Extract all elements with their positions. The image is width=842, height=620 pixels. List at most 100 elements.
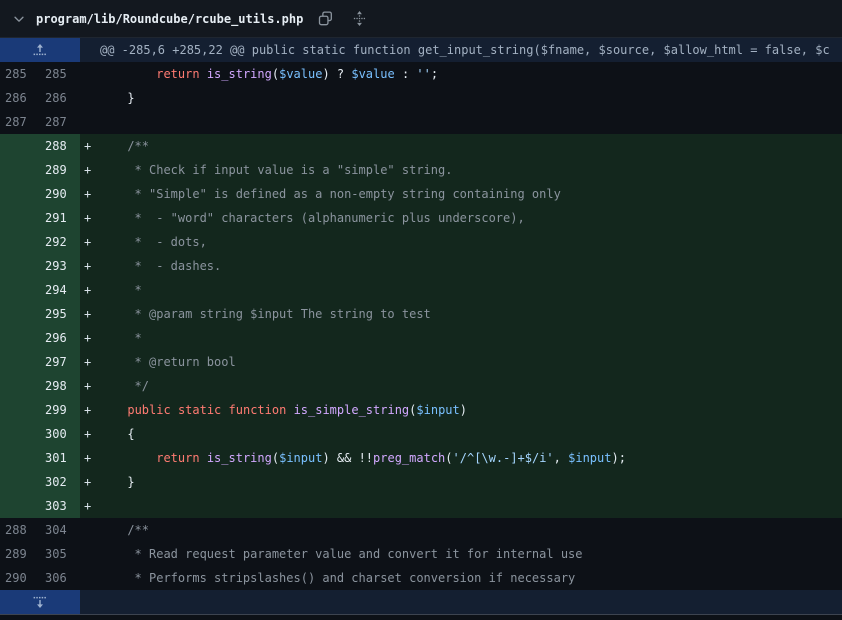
diff-lines: 285285 return is_string($value) ? $value… (0, 62, 842, 590)
new-line-number[interactable]: 292 (40, 230, 80, 254)
new-line-number[interactable]: 306 (40, 566, 80, 590)
old-line-number[interactable] (0, 302, 40, 326)
hunk-header-row: @@ -285,6 +285,22 @@ public static funct… (0, 38, 842, 62)
old-line-number[interactable] (0, 230, 40, 254)
code-line: return is_string($input) && !!preg_match… (98, 451, 626, 465)
new-line-number[interactable]: 290 (40, 182, 80, 206)
diff-marker: + (84, 326, 98, 350)
old-line-number[interactable] (0, 206, 40, 230)
old-line-number[interactable] (0, 470, 40, 494)
new-line-number[interactable]: 297 (40, 350, 80, 374)
fold-up-icon (32, 43, 48, 57)
new-line-number[interactable]: 305 (40, 542, 80, 566)
diff-marker: + (84, 470, 98, 494)
old-line-number[interactable] (0, 182, 40, 206)
new-line-number[interactable]: 288 (40, 134, 80, 158)
old-line-number[interactable] (0, 446, 40, 470)
old-line-number[interactable] (0, 158, 40, 182)
code-cell: + * (80, 278, 842, 302)
file-header: program/lib/Roundcube/rcube_utils.php (0, 0, 842, 38)
expand-bottom-bar (0, 590, 842, 615)
new-line-number[interactable]: 301 (40, 446, 80, 470)
copy-icon[interactable] (313, 7, 337, 31)
code-line: /** (98, 523, 149, 537)
code-line: * Performs stripslashes() and charset co… (98, 571, 575, 585)
code-cell: + * - dashes. (80, 254, 842, 278)
new-line-number[interactable]: 294 (40, 278, 80, 302)
new-line-number[interactable]: 296 (40, 326, 80, 350)
new-line-number[interactable]: 285 (40, 62, 80, 86)
diff-marker: + (84, 254, 98, 278)
diff-row: 287287 (0, 110, 842, 134)
diff-marker: + (84, 230, 98, 254)
code-cell: + * @return bool (80, 350, 842, 374)
new-line-number[interactable]: 295 (40, 302, 80, 326)
new-line-number[interactable]: 287 (40, 110, 80, 134)
code-line: * - dots, (98, 235, 206, 249)
old-line-number[interactable] (0, 254, 40, 278)
chevron-down-icon[interactable] (6, 7, 32, 31)
new-line-number[interactable]: 293 (40, 254, 80, 278)
diff-row: 285285 return is_string($value) ? $value… (0, 62, 842, 86)
code-line: * - dashes. (98, 259, 221, 273)
new-line-number[interactable]: 300 (40, 422, 80, 446)
diff-row: 299+ public static function is_simple_st… (0, 398, 842, 422)
old-line-number[interactable] (0, 134, 40, 158)
code-cell: } (80, 86, 842, 110)
expand-down-button[interactable] (0, 590, 80, 614)
new-line-number[interactable]: 289 (40, 158, 80, 182)
old-line-number[interactable]: 288 (0, 518, 40, 542)
old-line-number[interactable]: 286 (0, 86, 40, 110)
drag-handle-icon[interactable] (347, 7, 371, 31)
diff-marker (84, 86, 98, 110)
old-line-number[interactable] (0, 398, 40, 422)
diff-marker: + (84, 494, 98, 518)
diff-row: 289305 * Read request parameter value an… (0, 542, 842, 566)
code-line: * - "word" characters (alphanumeric plus… (98, 211, 524, 225)
diff-marker: + (84, 278, 98, 302)
file-path: program/lib/Roundcube/rcube_utils.php (36, 12, 303, 26)
old-line-number[interactable] (0, 326, 40, 350)
old-line-number[interactable] (0, 494, 40, 518)
code-cell: + public static function is_simple_strin… (80, 398, 842, 422)
diff-row: 286286 } (0, 86, 842, 110)
old-line-number[interactable] (0, 374, 40, 398)
code-cell: /** (80, 518, 842, 542)
new-line-number[interactable]: 291 (40, 206, 80, 230)
old-line-number[interactable]: 287 (0, 110, 40, 134)
code-line: * Read request parameter value and conve… (98, 547, 582, 561)
code-cell: + * - dots, (80, 230, 842, 254)
diff-viewer: program/lib/Roundcube/rcube_utils.php (0, 0, 842, 620)
code-line: */ (98, 379, 149, 393)
diff-row: 293+ * - dashes. (0, 254, 842, 278)
code-cell: return is_string($value) ? $value : ''; (80, 62, 842, 86)
new-line-number[interactable]: 302 (40, 470, 80, 494)
diff-row: 290306 * Performs stripslashes() and cha… (0, 566, 842, 590)
diff-row: 297+ * @return bool (0, 350, 842, 374)
new-line-number[interactable]: 286 (40, 86, 80, 110)
diff-marker: + (84, 158, 98, 182)
old-line-number[interactable] (0, 350, 40, 374)
code-cell: + /** (80, 134, 842, 158)
diff-row: 298+ */ (0, 374, 842, 398)
diff-marker (84, 542, 98, 566)
diff-marker: + (84, 374, 98, 398)
old-line-number[interactable] (0, 422, 40, 446)
code-line: * @param string $input The string to tes… (98, 307, 430, 321)
old-line-number[interactable]: 285 (0, 62, 40, 86)
old-line-number[interactable]: 289 (0, 542, 40, 566)
new-line-number[interactable]: 303 (40, 494, 80, 518)
new-line-number[interactable]: 304 (40, 518, 80, 542)
code-line: return is_string($value) ? $value : ''; (98, 67, 438, 81)
new-line-number[interactable]: 299 (40, 398, 80, 422)
code-line: { (98, 427, 134, 441)
new-line-number[interactable]: 298 (40, 374, 80, 398)
old-line-number[interactable] (0, 278, 40, 302)
code-line: * @return bool (98, 355, 235, 369)
expand-up-button[interactable] (0, 38, 80, 62)
old-line-number[interactable]: 290 (0, 566, 40, 590)
diff-row: 296+ * (0, 326, 842, 350)
code-line: public static function is_simple_string(… (98, 403, 467, 417)
diff-row: 294+ * (0, 278, 842, 302)
code-cell: + { (80, 422, 842, 446)
